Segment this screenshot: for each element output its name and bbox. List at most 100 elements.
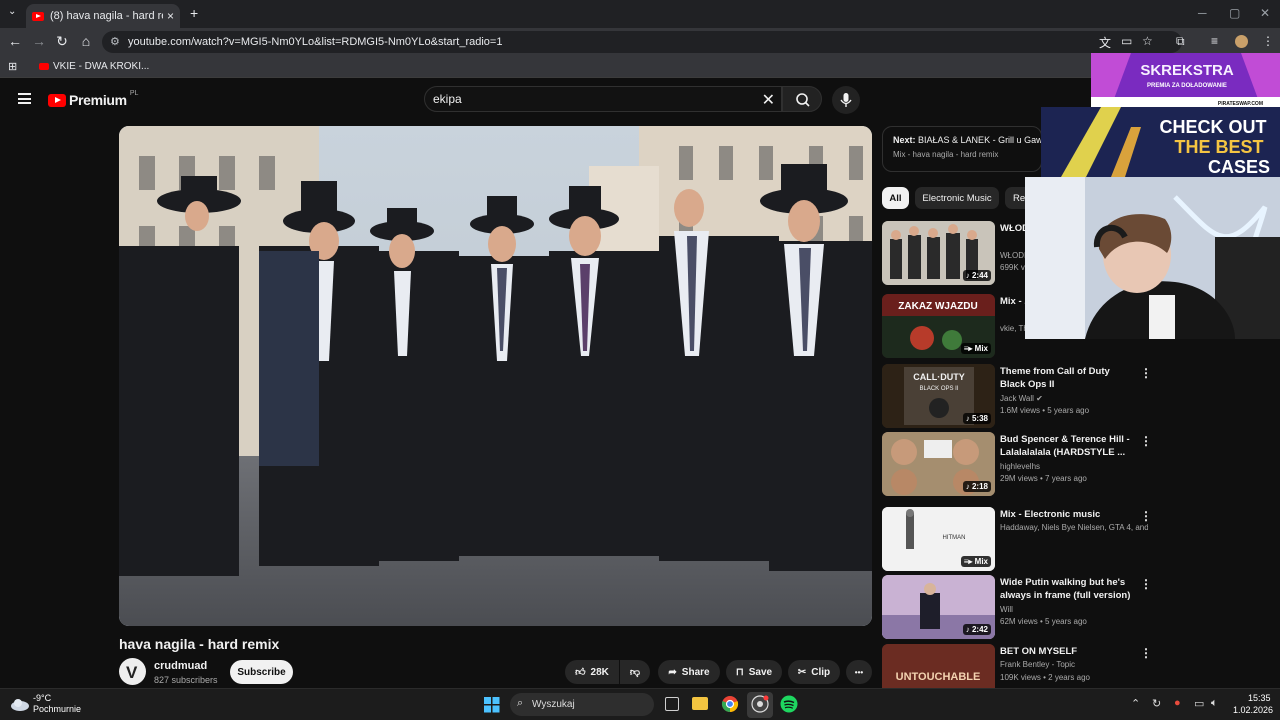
search-button[interactable] xyxy=(782,86,822,112)
spotify-icon[interactable] xyxy=(780,695,798,713)
svg-text:V: V xyxy=(126,663,138,682)
recommendation-channel: Will xyxy=(1000,605,1013,614)
svg-text:CALL·DUTY: CALL·DUTY xyxy=(913,372,965,382)
forward-arrow-icon[interactable]: → xyxy=(30,33,48,49)
video-player[interactable] xyxy=(119,126,872,626)
svg-text:SKREKSTRA: SKREKSTRA xyxy=(1140,62,1234,79)
home-icon[interactable]: ⌂ xyxy=(77,33,95,49)
recommendation-item[interactable]: UNTOUCHABLE BET ON MYSELF Frank Bentley … xyxy=(882,644,1152,688)
translate-icon[interactable]: 文 xyxy=(1099,34,1111,51)
menu-hamburger-icon[interactable] xyxy=(18,93,31,104)
weather-description[interactable]: Pochmurnie xyxy=(33,704,81,714)
minimize-window-icon[interactable]: ─ xyxy=(1198,6,1207,20)
recommendation-title: Mix - Electronic music xyxy=(1000,509,1101,520)
channel-name[interactable]: crudmuad xyxy=(154,660,207,672)
cloud-weather-icon xyxy=(11,699,29,711)
subscribe-button[interactable]: Subscribe xyxy=(230,660,293,684)
country-code: PL xyxy=(129,89,139,97)
recommendation-stats: 1.6M views • 5 years ago xyxy=(1000,406,1090,415)
recommendation-item[interactable]: ♪ 2:42 Wide Putin walking but he's alway… xyxy=(882,575,1152,639)
video-duration: ♪ 2:44 xyxy=(962,270,991,281)
video-thumbnail[interactable]: ♪ 2:18 xyxy=(882,432,995,496)
recommendation-channel: highlevelhs xyxy=(1000,462,1041,471)
more-options-icon[interactable]: ⋮ xyxy=(1140,509,1152,523)
file-explorer-icon[interactable] xyxy=(692,697,708,710)
more-options-icon[interactable]: ⋮ xyxy=(1140,646,1152,660)
taskbar-search-box[interactable]: ⌕ Wyszukaj xyxy=(510,693,654,716)
tab-close-button[interactable]: × xyxy=(167,9,174,23)
recommendation-stats: 62M views • 5 years ago xyxy=(1000,617,1087,626)
obs-app-icon[interactable] xyxy=(751,695,769,713)
like-button[interactable]: 👍︎ 28K xyxy=(565,660,619,684)
reading-list-icon[interactable]: ≡ xyxy=(1211,34,1218,48)
browser-tab-active[interactable]: (8) hava nagila - hard remix - YouTube × xyxy=(26,4,180,28)
video-thumbnail[interactable]: ZAKAZ WJAZDU ≡▸ Mix xyxy=(882,294,995,358)
svg-text:HITMAN: HITMAN xyxy=(943,535,966,541)
task-view-icon[interactable] xyxy=(665,697,679,711)
video-thumbnail[interactable]: CALL·DUTY BLACK OPS II ♪ 5:38 xyxy=(882,364,995,428)
voice-search-button[interactable] xyxy=(832,86,860,114)
chrome-menu-icon[interactable]: ⋮ xyxy=(1262,34,1274,48)
windows-start-icon[interactable] xyxy=(484,697,500,713)
address-bar[interactable]: ⚙ youtube.com/watch?v=MGI5-Nm0YLo&list=R… xyxy=(102,31,1182,53)
more-options-icon[interactable]: ⋮ xyxy=(1140,434,1152,448)
share-button[interactable]: ➦ Share xyxy=(658,660,720,684)
logo-text: Premium xyxy=(69,92,127,108)
clip-label: Clip xyxy=(811,666,831,678)
more-options-icon[interactable]: ⋮ xyxy=(1140,366,1152,380)
microphone-in-use-icon[interactable]: ● xyxy=(1174,697,1181,709)
recommendation-channel: Jack Wall ✔ xyxy=(1000,394,1043,403)
maximize-window-icon[interactable]: ▢ xyxy=(1229,6,1240,20)
video-thumbnail[interactable]: UNTOUCHABLE xyxy=(882,644,995,688)
chrome-icon[interactable] xyxy=(721,695,739,713)
weather-temperature[interactable]: -9°C xyxy=(33,693,51,703)
dislike-button[interactable]: 👎︎ xyxy=(620,660,650,684)
video-thumbnail[interactable]: ♪ 2:44 xyxy=(882,221,995,285)
clock-time[interactable]: 15:35 xyxy=(1248,693,1271,703)
playlist-next-box[interactable]: Next: BIAŁAS & LANEK - Grill u Gawrona M… xyxy=(882,126,1042,172)
video-thumbnail[interactable]: HITMAN ≡▸ Mix xyxy=(882,507,995,571)
youtube-play-icon xyxy=(48,93,66,107)
recommendation-stats: 29M views • 7 years ago xyxy=(1000,474,1087,483)
share-arrow-icon: ➦ xyxy=(668,666,677,678)
clock-date[interactable]: 1.02.2026 xyxy=(1233,705,1273,715)
more-actions-button[interactable]: ••• xyxy=(846,660,872,684)
cast-icon[interactable]: ▭ xyxy=(1121,34,1132,48)
clip-button[interactable]: ✂ Clip xyxy=(788,660,840,684)
more-options-icon[interactable]: ⋮ xyxy=(1140,577,1152,591)
new-tab-button[interactable]: + xyxy=(190,5,198,21)
stream-cases-ad: CHECK OUT THE BEST CASES xyxy=(1041,107,1280,177)
chip-electronic-music[interactable]: Electronic Music xyxy=(915,187,999,209)
video-duration: ♪ 2:42 xyxy=(962,624,991,635)
bookmark-star-icon[interactable]: ☆ xyxy=(1142,34,1153,48)
recommendation-item[interactable]: CALL·DUTY BLACK OPS II ♪ 5:38 Theme from … xyxy=(882,364,1152,428)
save-label: Save xyxy=(748,666,773,678)
save-button[interactable]: ⊓ Save xyxy=(726,660,782,684)
tray-chevron-up-icon[interactable]: ⌃ xyxy=(1131,697,1140,710)
youtube-logo[interactable]: Premium PL xyxy=(48,89,139,108)
recommendation-item[interactable]: ♪ 2:18 Bud Spencer & Terence Hill - Lala… xyxy=(882,432,1152,496)
chip-all[interactable]: All xyxy=(882,187,909,209)
browser-tab-strip: ⌄ (8) hava nagila - hard remix - YouTube… xyxy=(0,0,1280,28)
search-input[interactable]: ekipa ✕ xyxy=(424,86,782,112)
apps-grid-icon[interactable]: ⊞ xyxy=(8,60,17,73)
site-info-icon[interactable]: ⚙ xyxy=(110,35,120,48)
recommendation-item[interactable]: HITMAN ≡▸ Mix Mix - Electronic music Had… xyxy=(882,507,1152,571)
bookmark-item[interactable]: VKIE - DWA KROKI... xyxy=(53,61,149,72)
video-thumbnail[interactable]: ♪ 2:42 xyxy=(882,575,995,639)
back-arrow-icon[interactable]: ← xyxy=(6,33,24,49)
tab-search-chevron-icon[interactable]: ⌄ xyxy=(8,6,16,17)
svg-text:PREMIA ZA DOŁADOWANIE: PREMIA ZA DOŁADOWANIE xyxy=(1147,83,1227,89)
close-window-icon[interactable]: ✕ xyxy=(1260,6,1270,20)
browser-toolbar: ← → ↻ ⌂ ⚙ youtube.com/watch?v=MGI5-Nm0YL… xyxy=(0,28,1280,56)
channel-avatar[interactable]: V xyxy=(119,658,146,685)
reload-icon[interactable]: ↻ xyxy=(53,33,71,50)
thumbs-down-icon: 👎︎ xyxy=(629,667,641,678)
network-icon[interactable]: ▭ xyxy=(1194,697,1204,710)
volume-icon[interactable]: 🔈︎ xyxy=(1211,697,1218,710)
bookmarks-bar: ⊞ VKIE - DWA KROKI... xyxy=(0,56,1280,78)
profile-avatar[interactable] xyxy=(1235,35,1248,48)
extensions-icon[interactable]: ⧉ xyxy=(1176,34,1185,49)
tray-app-icon[interactable]: ↻ xyxy=(1152,697,1161,710)
clear-search-icon[interactable]: ✕ xyxy=(762,90,775,110)
